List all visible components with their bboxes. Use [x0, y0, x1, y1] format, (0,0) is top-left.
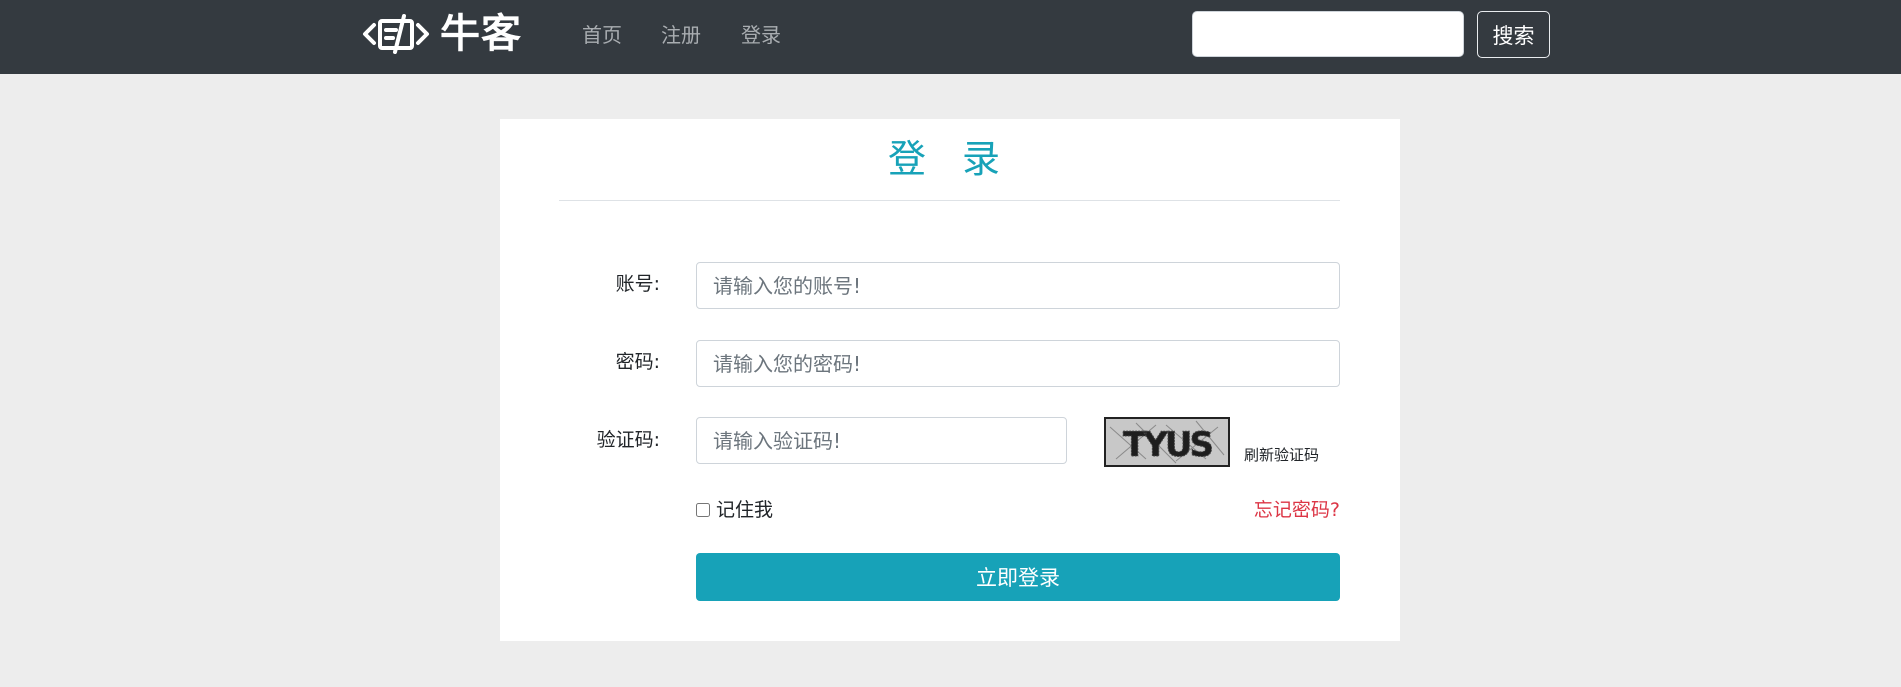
page-title: 登 录 — [887, 137, 1013, 181]
captcha-image[interactable]: TYUS — [1104, 417, 1230, 467]
refresh-captcha-link[interactable]: 刷新验证码 — [1244, 446, 1319, 464]
captcha-text: TYUS — [1123, 425, 1211, 465]
nav-link-home[interactable]: 首页 — [582, 22, 622, 48]
password-field[interactable] — [696, 340, 1340, 387]
brand-name: 牛客 — [440, 11, 522, 57]
captcha-noise: TYUS — [1106, 419, 1228, 465]
bracket-code-logo-icon — [363, 14, 429, 54]
navbar: 牛客 首页 注册 登录 搜索 — [0, 0, 1901, 74]
remember-label: 记住我 — [716, 499, 774, 521]
remember-me[interactable]: 记住我 — [696, 497, 773, 523]
captcha-label: 验证码: — [596, 429, 660, 451]
login-card: 登 录 账号: 密码: 验证码: TYUS 刷新验证码 记住我 忘记密码? 立即… — [500, 119, 1400, 641]
password-label: 密码: — [615, 351, 660, 373]
account-label: 账号: — [615, 273, 660, 295]
forgot-password-link[interactable]: 忘记密码? — [1200, 497, 1340, 523]
login-button[interactable]: 立即登录 — [696, 553, 1340, 601]
remember-checkbox[interactable] — [696, 503, 710, 517]
search-button[interactable]: 搜索 — [1477, 11, 1550, 58]
nav-link-login[interactable]: 登录 — [741, 22, 781, 48]
account-field[interactable] — [696, 262, 1340, 309]
search-input[interactable] — [1192, 11, 1464, 57]
brand-logo[interactable]: 牛客 — [362, 12, 522, 56]
nav-link-register[interactable]: 注册 — [661, 22, 701, 48]
captcha-field[interactable] — [696, 417, 1067, 464]
title-divider — [559, 200, 1340, 201]
